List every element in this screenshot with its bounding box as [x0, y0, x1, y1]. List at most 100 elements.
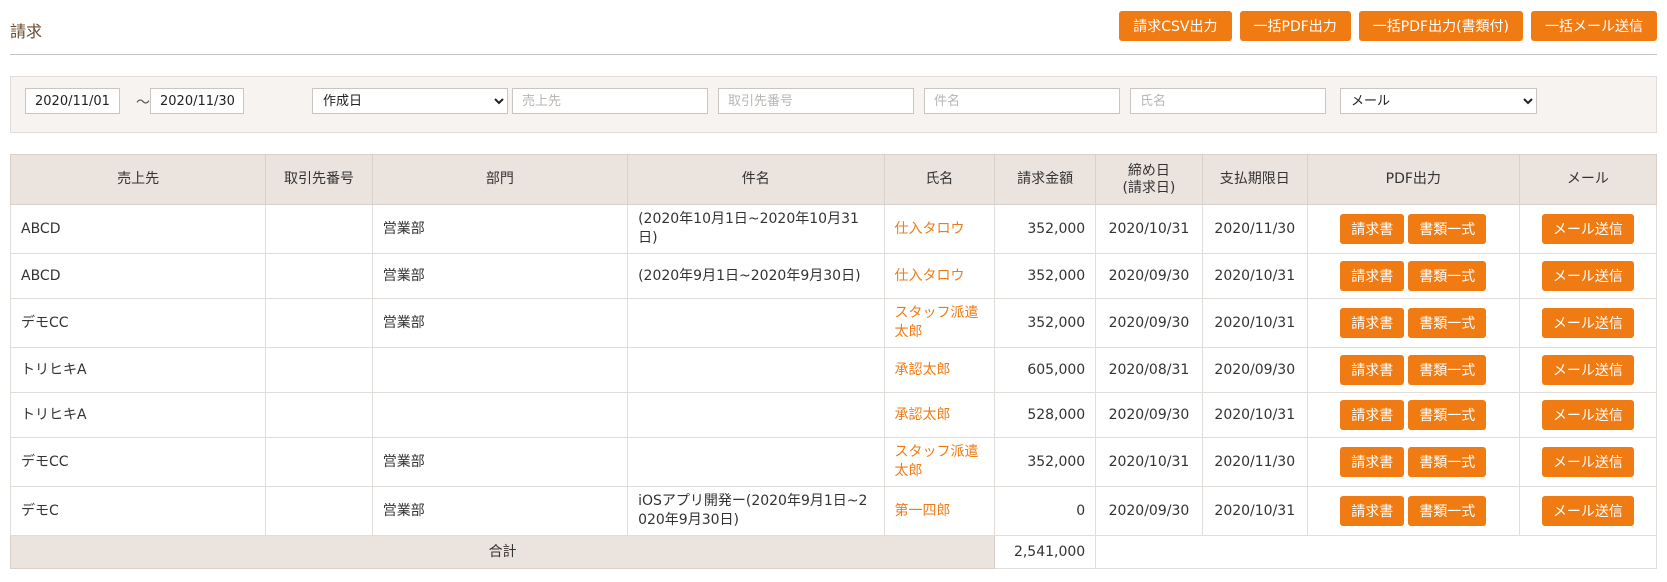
send-mail-button[interactable]: メール送信 [1541, 261, 1634, 291]
due-date-cell: 2020/11/30 [1201, 204, 1308, 254]
name-cell: 第一四郎 [883, 486, 996, 536]
customer-cell: デモCC [9, 437, 267, 487]
table-row: ABCD 営業部 (2020年9月1日~2020年9月30日) 仕入タロウ 352,00… [9, 253, 1658, 299]
invoice-pdf-button[interactable]: 請求書 [1340, 308, 1405, 338]
delivery-method-select[interactable]: メール [1340, 88, 1537, 114]
documents-pdf-button[interactable]: 書類一式 [1408, 355, 1487, 385]
person-link[interactable]: 太郎 [895, 324, 923, 340]
table-row: デモCC 営業部 スタッフ派遣 太郎 352,000 2020/09/30 2020/10/… [9, 298, 1658, 348]
name-input[interactable] [1130, 88, 1326, 114]
col-amount: 請求金額 [994, 154, 1097, 205]
send-mail-button[interactable]: メール送信 [1541, 355, 1634, 385]
partner-number-cell [265, 437, 373, 487]
send-mail-button[interactable]: メール送信 [1541, 214, 1634, 244]
department-cell [371, 347, 629, 393]
date-type-select[interactable]: 作成日 [312, 88, 508, 114]
invoice-pdf-button[interactable]: 請求書 [1340, 261, 1405, 291]
send-mail-button[interactable]: メール送信 [1541, 447, 1634, 477]
total-label: 合計 [9, 535, 996, 569]
col-due-date: 支払期限日 [1201, 154, 1308, 205]
subject-input[interactable] [924, 88, 1120, 114]
invoice-pdf-button[interactable]: 請求書 [1340, 447, 1405, 477]
customer-input[interactable] [512, 88, 708, 114]
header-actions: 請求CSV出力 一括PDF出力 一括PDF出力(書類付) 一括メール送信 [1119, 11, 1657, 41]
mail-cell: メール送信 [1518, 347, 1658, 393]
amount-cell: 352,000 [994, 437, 1097, 487]
mail-cell: メール送信 [1518, 392, 1658, 438]
total-row: 合計 2,541,000 [9, 535, 1657, 569]
date-range-separator: 〜 [136, 95, 150, 111]
subject-cell [627, 347, 885, 393]
documents-pdf-button[interactable]: 書類一式 [1408, 496, 1487, 526]
col-name: 氏名 [883, 154, 996, 205]
subject-line: 日) [638, 230, 658, 246]
documents-pdf-button[interactable]: 書類一式 [1408, 400, 1487, 430]
invoice-csv-export-button[interactable]: 請求CSV出力 [1119, 11, 1232, 41]
bulk-pdf-with-documents-button[interactable]: 一括PDF出力(書類付) [1358, 11, 1523, 41]
person-link[interactable]: スタッフ派遣 [895, 305, 979, 321]
page-title: 請求 [10, 22, 43, 41]
closing-date-cell: 2020/09/30 [1095, 392, 1203, 438]
partner-number-cell [265, 486, 373, 536]
subject-cell: (2020年10月1日~2020年10月31 日) [627, 204, 885, 254]
date-to-input[interactable] [150, 88, 244, 114]
table-row: トリヒキA 承認太郎 605,000 2020/08/31 2020/09/30 請求書書… [9, 347, 1658, 393]
col-partner-number: 取引先番号 [265, 154, 373, 205]
send-mail-button[interactable]: メール送信 [1541, 308, 1634, 338]
documents-pdf-button[interactable]: 書類一式 [1408, 308, 1487, 338]
person-link[interactable]: 承認太郎 [895, 407, 951, 423]
department-cell: 営業部 [371, 204, 629, 254]
name-cell: 仕入タロウ [883, 204, 996, 254]
date-from-input[interactable] [25, 88, 120, 114]
due-date-cell: 2020/11/30 [1201, 437, 1308, 487]
subject-line: (2020年9月1日~2020年9月30日) [638, 267, 861, 284]
name-cell: スタッフ派遣 太郎 [883, 298, 996, 348]
person-link[interactable]: 仕入タロウ [895, 221, 965, 237]
invoice-pdf-button[interactable]: 請求書 [1340, 214, 1405, 244]
documents-pdf-button[interactable]: 書類一式 [1408, 261, 1487, 291]
department-cell: 営業部 [371, 486, 629, 536]
table-body: ABCD 営業部 (2020年10月1日~2020年10月31 日) 仕入タロウ 352,… [9, 204, 1658, 536]
table-header-row: 売上先 取引先番号 部門 件名 氏名 請求金額 締め日 (請求日) 支払期限日 P… [9, 154, 1658, 205]
department-cell [371, 392, 629, 438]
amount-cell: 528,000 [994, 392, 1097, 438]
person-link[interactable]: 承認太郎 [895, 362, 951, 378]
invoice-pdf-button[interactable]: 請求書 [1340, 496, 1405, 526]
mail-cell: メール送信 [1518, 204, 1658, 254]
col-pdf-output: PDF出力 [1306, 154, 1520, 205]
partner-number-cell [265, 347, 373, 393]
page-header: 請求 請求CSV出力 一括PDF出力 一括PDF出力(書類付) 一括メール送信 [10, 0, 1657, 55]
due-date-cell: 2020/10/31 [1201, 486, 1308, 536]
person-link[interactable]: スタッフ派遣 [895, 444, 979, 460]
closing-date-label: 締め日 [1127, 162, 1170, 179]
closing-date-cell: 2020/10/31 [1095, 204, 1203, 254]
pdf-output-cell: 請求書 書類一式 [1306, 437, 1520, 487]
subject-line: (2020年10月1日~2020年10月31 [638, 211, 859, 228]
documents-pdf-button[interactable]: 書類一式 [1408, 447, 1487, 477]
name-cell: 仕入タロウ [883, 253, 996, 299]
customer-cell: デモCC [9, 298, 267, 348]
invoice-pdf-button[interactable]: 請求書 [1340, 355, 1405, 385]
bulk-pdf-export-button[interactable]: 一括PDF出力 [1239, 11, 1351, 41]
send-mail-button[interactable]: メール送信 [1541, 400, 1634, 430]
documents-pdf-button[interactable]: 書類一式 [1408, 214, 1487, 244]
table-row: デモCC 営業部 スタッフ派遣 太郎 352,000 2020/10/31 2020/11/… [9, 437, 1658, 487]
send-mail-button[interactable]: メール送信 [1541, 496, 1634, 526]
closing-date-cell: 2020/08/31 [1095, 347, 1203, 393]
pdf-output-cell: 請求書 書類一式 [1306, 486, 1520, 536]
invoice-pdf-button[interactable]: 請求書 [1340, 400, 1405, 430]
pdf-output-cell: 請求書 書類一式 [1306, 347, 1520, 393]
person-link[interactable]: 第一四郎 [895, 503, 951, 519]
partner-number-cell [265, 392, 373, 438]
bulk-mail-send-button[interactable]: 一括メール送信 [1531, 11, 1657, 41]
customer-cell: トリヒキA [9, 347, 267, 393]
amount-cell: 0 [994, 486, 1097, 536]
col-mail: メール [1518, 154, 1658, 205]
person-link[interactable]: 太郎 [895, 463, 923, 479]
subject-line: 020年9月30日) [638, 512, 739, 528]
partner-number-input[interactable] [718, 88, 914, 114]
person-link[interactable]: 仕入タロウ [895, 268, 965, 284]
subject-cell: (2020年9月1日~2020年9月30日) [627, 253, 885, 299]
pdf-output-cell: 請求書 書類一式 [1306, 392, 1520, 438]
col-subject: 件名 [627, 154, 885, 205]
